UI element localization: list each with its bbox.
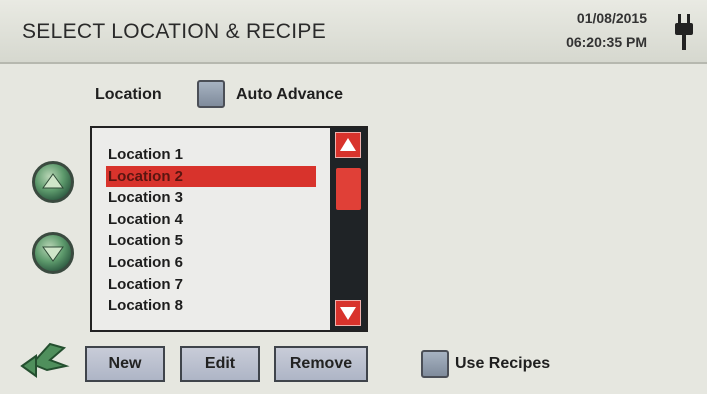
list-item[interactable]: Location 1	[106, 144, 316, 166]
header-bar: SELECT LOCATION & RECIPE 01/08/2015 06:2…	[0, 0, 707, 64]
list-item[interactable]: Location 5	[106, 230, 316, 252]
power-plug-icon	[675, 14, 693, 50]
list-item[interactable]: Location 3	[106, 187, 316, 209]
location-label: Location	[95, 86, 162, 103]
use-recipes-label: Use Recipes	[455, 355, 551, 372]
date-display: 01/08/2015	[576, 10, 647, 26]
auto-advance-checkbox[interactable]	[197, 80, 225, 108]
location-list-items: Location 1 Location 2 Location 3 Locatio…	[106, 144, 316, 317]
arrow-down-icon	[42, 246, 64, 262]
list-item[interactable]: Location 4	[106, 209, 316, 231]
back-arrow-icon[interactable]	[14, 336, 72, 382]
scroll-down-button[interactable]	[335, 300, 361, 326]
list-item[interactable]: Location 6	[106, 252, 316, 274]
arrow-up-icon	[42, 173, 64, 189]
move-down-button[interactable]	[32, 232, 74, 274]
move-up-button[interactable]	[32, 161, 74, 203]
scroll-up-arrow-icon	[340, 138, 356, 151]
remove-button[interactable]: Remove	[274, 346, 368, 382]
location-list: Location 1 Location 2 Location 3 Locatio…	[90, 126, 368, 332]
scrollbar-thumb[interactable]	[336, 168, 361, 210]
scroll-up-button[interactable]	[335, 132, 361, 158]
list-item-selected[interactable]: Location 2	[106, 165, 316, 188]
scroll-down-arrow-icon	[340, 307, 356, 320]
use-recipes-checkbox[interactable]	[421, 350, 449, 378]
auto-advance-label: Auto Advance	[236, 86, 343, 103]
list-item[interactable]: Location 7	[106, 274, 316, 296]
scrollbar[interactable]	[330, 128, 366, 330]
time-display: 06:20:35 PM	[566, 34, 647, 50]
screen: SELECT LOCATION & RECIPE 01/08/2015 06:2…	[0, 0, 707, 394]
page-title: SELECT LOCATION & RECIPE	[22, 20, 326, 43]
edit-button[interactable]: Edit	[180, 346, 260, 382]
new-button[interactable]: New	[85, 346, 165, 382]
list-item[interactable]: Location 8	[106, 295, 316, 317]
